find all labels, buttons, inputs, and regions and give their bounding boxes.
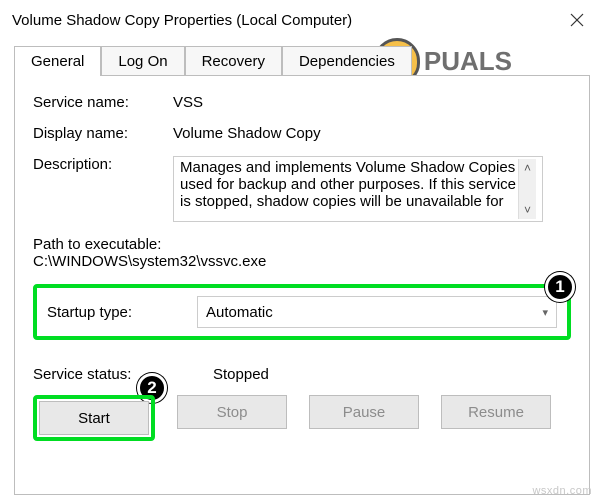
service-name-label: Service name:	[33, 94, 173, 111]
tab-recovery[interactable]: Recovery	[185, 46, 282, 76]
description-text: Manages and implements Volume Shadow Cop…	[180, 159, 518, 219]
path-value: C:\WINDOWS\system32\vssvc.exe	[33, 253, 571, 270]
source-watermark: wsxdn.com	[532, 485, 592, 497]
service-name-value: VSS	[173, 94, 571, 111]
tab-pane-general: Service name: VSS Display name: Volume S…	[14, 75, 590, 495]
stop-button: Stop	[177, 395, 287, 429]
chevron-down-icon: ▾	[542, 306, 548, 319]
close-icon	[570, 13, 584, 27]
tab-logon[interactable]: Log On	[101, 46, 184, 76]
annotation-badge-1: 1	[545, 272, 575, 302]
tab-container: General Log On Recovery Dependencies Ser…	[14, 46, 590, 495]
tab-dependencies[interactable]: Dependencies	[282, 46, 412, 76]
tab-general[interactable]: General	[14, 46, 101, 76]
description-box: Manages and implements Volume Shadow Cop…	[173, 156, 543, 222]
scroll-up-icon[interactable]: ˄	[524, 159, 531, 177]
display-name-label: Display name:	[33, 125, 173, 142]
start-button-highlight: Start	[33, 395, 155, 441]
description-scrollbar[interactable]: ˄ ˅	[518, 159, 536, 219]
service-control-buttons: 2 Start Stop Pause Resume	[33, 395, 571, 441]
tab-row: General Log On Recovery Dependencies	[14, 46, 590, 76]
startup-type-highlight: 1 Startup type: Automatic ▾	[33, 284, 571, 340]
service-status-label: Service status:	[33, 366, 131, 383]
startup-type-label: Startup type:	[47, 304, 197, 321]
display-name-value: Volume Shadow Copy	[173, 125, 571, 142]
close-button[interactable]	[552, 0, 602, 40]
pause-button: Pause	[309, 395, 419, 429]
resume-button: Resume	[441, 395, 551, 429]
description-label: Description:	[33, 156, 173, 173]
title-bar: Volume Shadow Copy Properties (Local Com…	[0, 0, 602, 40]
start-button[interactable]: Start	[39, 401, 149, 435]
service-status-value: Stopped	[213, 366, 269, 383]
scroll-down-icon[interactable]: ˅	[524, 201, 531, 219]
startup-type-dropdown[interactable]: Automatic ▾	[197, 296, 557, 328]
startup-type-value: Automatic	[206, 304, 273, 321]
path-label: Path to executable:	[33, 236, 571, 253]
window-title: Volume Shadow Copy Properties (Local Com…	[12, 12, 352, 29]
